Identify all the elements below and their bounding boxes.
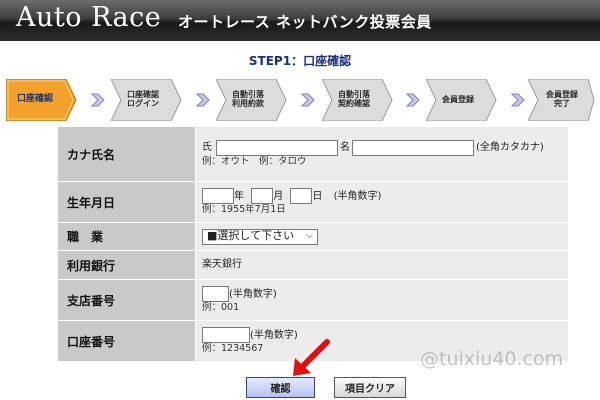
birth-year-input[interactable] — [202, 187, 234, 204]
mei-input[interactable] — [352, 139, 474, 156]
watermark: @tuixiu40.com — [420, 348, 564, 370]
kana-name-label: カナ氏名 — [67, 147, 116, 162]
chevron-right-icon — [301, 93, 315, 107]
day-label: 日 — [312, 190, 323, 202]
step-label-2: 契約確認 — [338, 99, 370, 108]
birthdate-example: 例：1955年7月1日 — [202, 203, 286, 215]
confirm-button[interactable]: 確認 — [246, 377, 315, 398]
branch-label: 支店番号 — [67, 293, 116, 308]
step-label: 口座確認 — [16, 94, 53, 105]
step-label-1: 自動引落 — [338, 90, 370, 100]
account-label: 口座番号 — [67, 334, 116, 349]
bank-value: 楽天銀行 — [202, 259, 242, 271]
branch-note: (半角数字) — [229, 288, 277, 300]
step-account-check: 口座確認 — [6, 79, 77, 121]
account-number-input[interactable] — [202, 326, 250, 343]
row-bank: 利用銀行 楽天銀行 — [58, 251, 568, 279]
row-birthdate: 生年月日 年 月 日 (半角数字) 例：1955年7月1日 — [58, 182, 568, 222]
step-registration-complete: 会員登録 完了 — [528, 79, 595, 121]
birth-day-input[interactable] — [290, 187, 313, 204]
chevron-right-icon — [91, 93, 105, 107]
step-debit-terms: 自動引落 利用約款 — [216, 79, 287, 121]
month-label: 月 — [273, 190, 284, 202]
birthdate-note: (半角数字) — [333, 190, 382, 202]
step-progress: 口座確認 口座確認 ログイン 自動引落 利用約款 自動引落 契約確認 会員登録 会員登… — [6, 79, 595, 121]
chevron-right-icon — [196, 93, 210, 107]
step-label-1: 会員登録 — [442, 94, 474, 104]
branch-example: 例：001 — [202, 301, 240, 313]
header-title: オートレース ネットバンク投票会員 — [178, 13, 432, 31]
kana-example: 例：オウト 例：タロウ — [202, 155, 307, 167]
occupation-selected: ■選択して下さい — [207, 229, 295, 243]
year-label: 年 — [234, 190, 244, 202]
step-account-login: 口座確認 ログイン — [111, 79, 182, 121]
birthdate-label: 生年月日 — [67, 195, 116, 210]
account-form: カナ氏名 氏 名 (全角カタカナ) 例：オウト 例：タロウ 生年月日 年 月 日… — [57, 126, 569, 362]
step-label-2: 完了 — [554, 99, 570, 108]
site-header: Auto Race オートレース ネットバンク投票会員 — [0, 0, 600, 41]
auto-race-logo: Auto Race — [16, 2, 162, 33]
step-label-2: 利用約款 — [232, 99, 264, 108]
step-label-1: 口座確認 — [127, 90, 159, 100]
chevron-right-icon — [406, 93, 420, 107]
branch-input[interactable] — [202, 285, 229, 302]
clear-button[interactable]: 項目クリア — [334, 377, 406, 398]
chevron-down-icon: ⌵ — [306, 231, 313, 242]
step-label-2: ログイン — [127, 99, 159, 108]
kana-note: (全角カタカナ) — [476, 141, 544, 153]
row-occupation: 職 業 ■選択して下さい ⌵ — [58, 223, 568, 250]
birth-month-input[interactable] — [251, 187, 274, 204]
step-debit-contract: 自動引落 契約確認 — [322, 79, 393, 121]
bank-label: 利用銀行 — [67, 258, 116, 273]
row-kana-name: カナ氏名 氏 名 (全角カタカナ) 例：オウト 例：タロウ — [58, 127, 568, 181]
occupation-label: 職 業 — [67, 230, 104, 244]
mei-label: 名 — [340, 141, 350, 153]
step-label-1: 自動引落 — [232, 90, 264, 100]
sei-label: 氏 — [202, 141, 212, 153]
step-member-registration: 会員登録 — [426, 79, 497, 121]
step-label-1: 会員登録 — [546, 90, 578, 100]
sei-input[interactable] — [216, 139, 338, 156]
step-title: STEP1：口座確認 — [248, 54, 352, 68]
chevron-right-icon — [511, 93, 525, 107]
red-arrow-icon — [293, 339, 330, 376]
row-branch: 支店番号 (半角数字) 例：001 — [58, 280, 568, 320]
occupation-select[interactable]: ■選択して下さい ⌵ — [202, 228, 318, 245]
